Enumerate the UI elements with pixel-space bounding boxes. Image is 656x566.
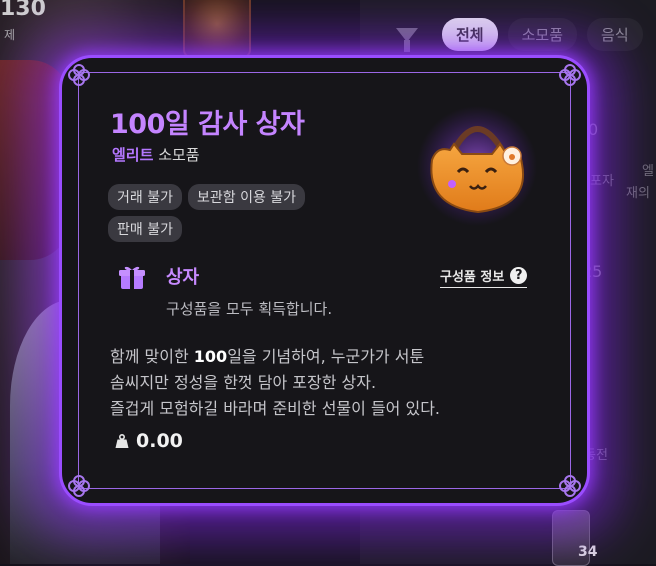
components-info-button[interactable]: 구성품 정보 ? [440,266,528,288]
item-description: 함께 맞이한 100일을 기념하여, 누군가가 서툰 솜씨지만 정성을 한껏 담… [110,344,550,422]
item-tags: 거래 불가 보관함 이용 불가 판매 불가 [108,184,368,242]
item-type: 소모품 [158,146,200,164]
currency-sub-label: 제 [4,28,16,42]
corner-ornament-icon [68,64,90,86]
corner-ornament-icon [559,475,581,497]
tag-untradeable: 거래 불가 [108,184,182,210]
question-circle-icon: ? [510,267,528,284]
item-weight-value: 0.00 [136,430,183,452]
item-count: 34 [578,544,598,560]
components-info-label: 구성품 정보 [440,270,505,285]
side-label: 엘 [642,164,654,179]
gift-icon [119,266,145,289]
description-line: 즐겁게 모험하길 바라며 준비한 선물이 들어 있다. [110,399,441,418]
item-name: 100일 감사 상자 [110,109,305,140]
description-line: 솜씨지만 정성을 한껏 담아 포장한 상자. [110,373,377,392]
box-section-desc: 구성품을 모두 획득합니다. [166,300,333,318]
currency-count: 130 [0,0,46,21]
box-section-label: 상자 [166,267,200,288]
side-label: 재의 [626,186,650,201]
item-weight: 0.00 [114,430,183,452]
tag-unsellable: 판매 불가 [108,216,182,242]
cat-pouch-icon [417,106,537,226]
item-grade-line: 엘리트 소모품 [112,144,200,165]
item-grade: 엘리트 [112,146,154,164]
corner-ornament-icon [68,475,90,497]
corner-ornament-icon [559,64,581,86]
description-line: 함께 맞이한 100일을 기념하여, 누군가가 서툰 [110,347,425,366]
weight-icon [115,433,129,448]
item-tooltip: 100일 감사 상자 엘리트 소모품 거래 불가 보관함 이용 불가 판매 불가 [62,58,587,503]
tag-no-storage: 보관함 이용 불가 [187,184,306,210]
